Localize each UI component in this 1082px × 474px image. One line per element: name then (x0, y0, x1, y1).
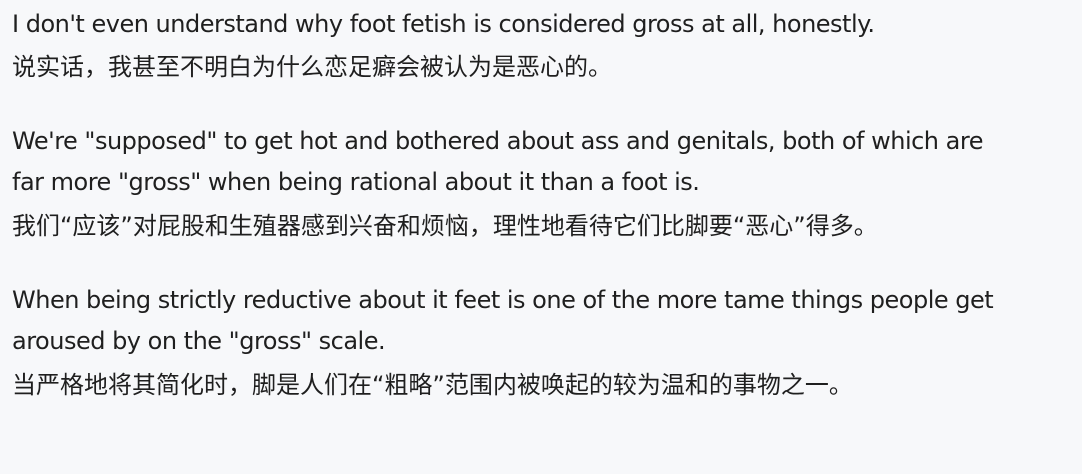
paragraph-2: We're "supposed" to get hot and bothered… (12, 121, 1070, 247)
english-text: We're "supposed" to get hot and bothered… (12, 127, 983, 155)
chinese-translation: 说实话，我甚至不明白为什么恋足癖会被认为是恶心的。 (12, 53, 612, 81)
chinese-translation: 当严格地将其简化时，脚是人们在“粗略”范围内被唤起的较为温和的事物之一。 (12, 371, 853, 399)
paragraph-1: I don't even understand why foot fetish … (12, 4, 1070, 88)
english-text: I don't even understand why foot fetish … (12, 10, 875, 38)
paragraph-3: When being strictly reductive about it f… (12, 280, 1070, 406)
english-text: far more "gross" when being rational abo… (12, 168, 700, 196)
english-text: When being strictly reductive about it f… (12, 286, 994, 314)
english-text: aroused by on the "gross" scale. (12, 327, 386, 355)
comment-body: I don't even understand why foot fetish … (0, 0, 1082, 406)
chinese-translation: 我们“应该”对屁股和生殖器感到兴奋和烦恼，理性地看待它们比脚要“恶心”得多。 (12, 212, 878, 240)
